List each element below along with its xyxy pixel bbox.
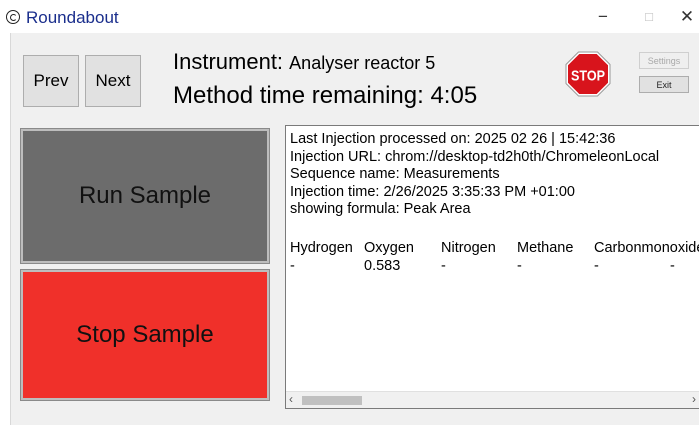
column-header-oxygen: Oxygen	[364, 240, 414, 256]
minimize-button[interactable]: −	[588, 8, 618, 25]
instrument-name: Analyser reactor 5	[289, 53, 436, 73]
value-cell: -	[290, 258, 295, 274]
last-injection-line: Last Injection processed on: 2025 02 26 …	[290, 131, 616, 147]
column-header-nitrogen: Nitrogen	[441, 240, 496, 256]
scroll-right-icon[interactable]: ›	[692, 392, 696, 406]
column-header-carbonmonoxide: Carbonmonoxide	[594, 240, 699, 256]
injection-info-panel[interactable]: Last Injection processed on: 2025 02 26 …	[285, 125, 699, 409]
method-label: Method time remaining:	[173, 82, 424, 109]
run-sample-button[interactable]: Run Sample	[20, 128, 270, 264]
main-panel: Prev Next Instrument: Analyser reactor 5…	[10, 33, 699, 425]
prev-button[interactable]: Prev	[23, 55, 79, 107]
value-cell: -	[670, 258, 675, 274]
horizontal-scrollbar[interactable]: ‹ ›	[286, 391, 699, 408]
injection-info-text: Last Injection processed on: 2025 02 26 …	[290, 131, 659, 219]
scroll-thumb[interactable]	[302, 396, 362, 405]
formula-line: showing formula: Peak Area	[290, 201, 471, 217]
value-cell: 0.583	[364, 258, 401, 274]
scroll-left-icon[interactable]: ‹	[289, 392, 293, 406]
column-header-methane: Methane	[517, 240, 574, 256]
injection-time-line: Injection time: 2/26/2025 3:35:33 PM +01…	[290, 183, 575, 200]
stop-sample-button[interactable]: Stop Sample	[20, 269, 270, 401]
close-button[interactable]: ✕	[672, 8, 699, 25]
injection-url-line: Injection URL: chrom://desktop-td2h0th/C…	[290, 148, 660, 165]
title-bar: Roundabout − □ ✕	[0, 0, 699, 33]
window-title: Roundabout	[26, 8, 119, 27]
instrument-heading: Instrument: Analyser reactor 5	[173, 49, 435, 75]
maximize-button[interactable]: □	[634, 8, 664, 25]
value-cell: -	[441, 258, 446, 274]
sequence-name-line: Sequence name: Measurements	[290, 166, 500, 182]
exit-button[interactable]: Exit	[639, 76, 689, 93]
method-time: 4:05	[430, 82, 478, 109]
value-cell: -	[517, 258, 522, 274]
app-icon	[6, 10, 20, 24]
method-time-heading: Method time remaining: 4:05	[173, 82, 477, 110]
settings-button[interactable]: Settings	[639, 52, 689, 69]
stop-sign-text: STOP	[571, 68, 605, 85]
stop-sign-icon: STOP	[565, 51, 611, 97]
instrument-label: Instrument:	[173, 49, 284, 74]
column-header-hydrogen: Hydrogen	[290, 240, 353, 256]
value-cell: -	[594, 258, 599, 274]
next-button[interactable]: Next	[85, 55, 141, 107]
